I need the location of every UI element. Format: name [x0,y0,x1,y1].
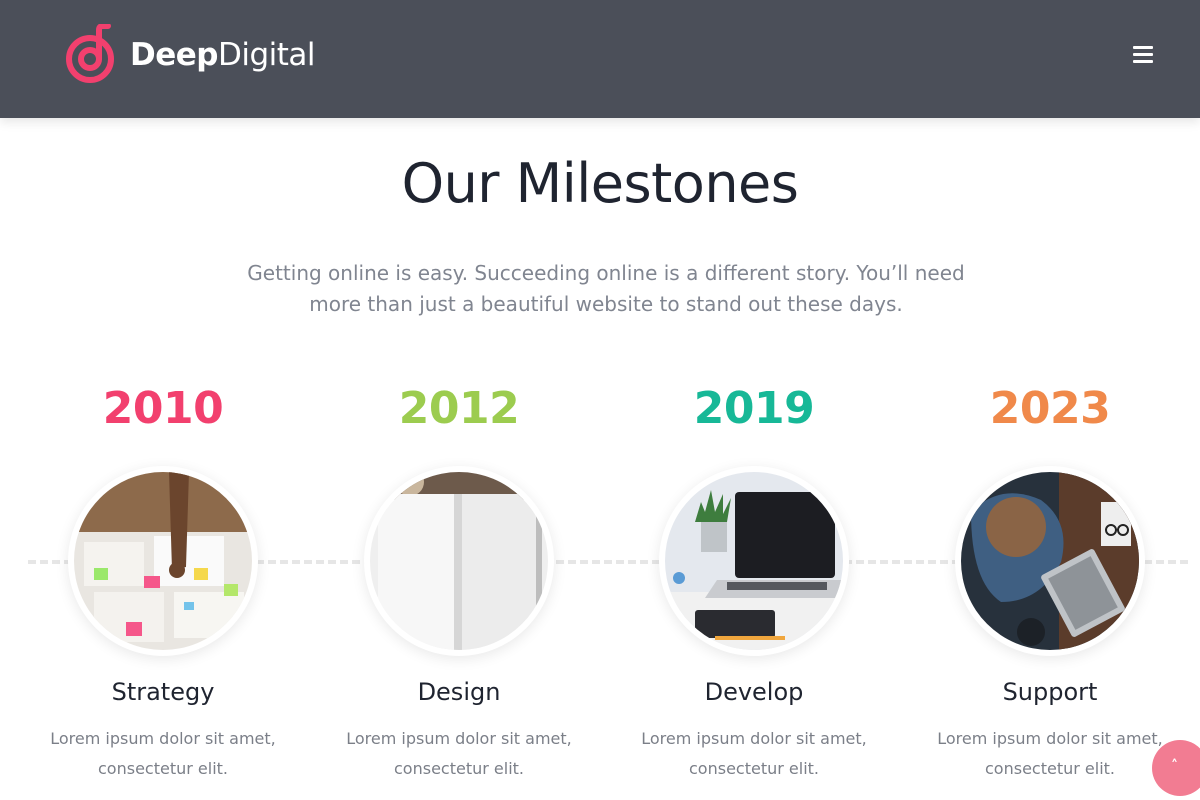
menu-bar [1133,60,1153,63]
milestone-description: Lorem ipsum dolor sit amet, consectetur … [50,729,276,778]
milestone-year: 2023 [989,383,1111,434]
milestone-card: 2023 Support Lorem ipsum dolor sit amet,… [902,380,1198,784]
milestone-year: 2012 [398,383,520,434]
person-typing-laptop-photo [961,472,1139,650]
brand-name: DeepDigital [130,37,316,73]
site-header: DeepDigital [0,0,1200,118]
strategy-meeting-photo [74,472,252,650]
milestone-title: Develop [704,678,804,706]
brand-name-bold: Deep [130,37,218,73]
milestone-image-frame [659,466,849,656]
milestone-card: 2012 Design Lorem ipsum dolor sit amet, … [311,380,607,784]
brand-logo-link[interactable]: DeepDigital [64,24,316,86]
chevron-up-icon: ˄ [1171,758,1178,774]
hamburger-menu-icon[interactable] [1133,46,1153,64]
milestone-title: Support [1002,678,1098,706]
milestone-year: 2019 [693,383,815,434]
milestone-image-frame [955,466,1145,656]
section-subtitle: Getting online is easy. Succeeding onlin… [247,261,965,316]
milestone-description: Lorem ipsum dolor sit amet, consectetur … [641,729,867,778]
scroll-to-top-button[interactable]: ˄ [1152,740,1200,796]
menu-bar [1133,53,1153,56]
milestone-card: 2010 Strategy Lorem ipsum dolor sit amet [15,380,311,784]
milestone-image-frame [68,466,258,656]
milestone-title: Strategy [111,678,215,706]
open-book-photo [370,472,548,650]
milestone-title: Design [417,678,501,706]
section-title: Our Milestones [401,152,799,215]
milestone-year: 2010 [102,383,224,434]
milestone-description: Lorem ipsum dolor sit amet, consectetur … [937,729,1163,778]
laptop-desk-photo [665,472,843,650]
deepdigital-logo-icon [66,24,114,83]
menu-bar [1133,46,1153,49]
milestone-image-frame [364,466,554,656]
brand-name-light: Digital [217,37,316,73]
milestone-description: Lorem ipsum dolor sit amet, consectetur … [346,729,572,778]
milestone-card: 2019 Develop Lorem ipsum dolor sit amet,… [606,380,902,784]
